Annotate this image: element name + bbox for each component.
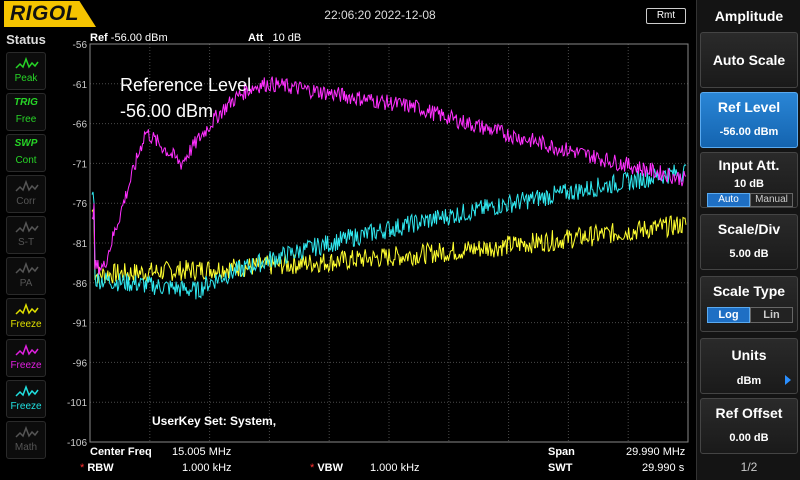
- top-bar: RIGOL 22:06:20 2022-12-08 Rmt: [0, 0, 696, 30]
- vbw-value: 1.000 kHz: [370, 462, 420, 474]
- vbw: * VBW: [310, 462, 344, 474]
- status-item-label: Corr: [16, 196, 36, 207]
- units-value: dBm: [736, 375, 762, 387]
- att-mode-toggle[interactable]: Auto Manual: [707, 193, 793, 207]
- corr-icon: [15, 179, 39, 192]
- span-label: Span: [548, 446, 575, 458]
- status-trace2-button[interactable]: Freeze: [6, 339, 46, 377]
- y-tick-label: -81: [73, 239, 88, 250]
- ref-offset-value: 0.00 dB: [729, 432, 769, 444]
- trace2-icon: [15, 343, 39, 356]
- scale-type-button[interactable]: Scale Type Log Lin: [700, 276, 798, 332]
- status-source-tracking-button[interactable]: S-T: [6, 216, 46, 254]
- trace1-icon: [15, 302, 39, 315]
- trace3-icon: [15, 384, 39, 397]
- y-tick-label: -56: [73, 40, 88, 51]
- menu-title: Amplitude: [714, 8, 784, 24]
- input-att-button[interactable]: Input Att. 10 dB Auto Manual: [700, 152, 798, 208]
- status-trace3-button[interactable]: Freeze: [6, 380, 46, 418]
- y-tick-label: -66: [73, 120, 88, 131]
- ref-level-value: -56.00 dBm: [719, 126, 779, 138]
- scale-lin-option[interactable]: Lin: [750, 307, 793, 323]
- scale-type-toggle[interactable]: Log Lin: [707, 307, 793, 323]
- ref-level-button[interactable]: Ref Level -56.00 dBm: [700, 92, 798, 148]
- spectrum-display: -56 -61 -66 -71 -76 -81 -86 -91 -96 -101 -106 Ref …: [52, 30, 696, 480]
- userkey-set-text: UserKey Set: System,: [152, 414, 277, 428]
- att-label: Att 10 dB: [248, 32, 302, 44]
- y-tick-label: -71: [73, 159, 88, 170]
- status-item-label: Free: [15, 114, 37, 125]
- input-att-value: 10 dB: [734, 178, 764, 190]
- att-auto-option[interactable]: Auto: [707, 193, 750, 207]
- source-tracking-icon: [15, 220, 39, 233]
- ref-label: Ref -56.00 dBm: [90, 32, 168, 44]
- status-sweep-button[interactable]: SWP Cont: [6, 134, 46, 172]
- auto-scale-button[interactable]: Auto Scale: [700, 32, 798, 88]
- status-trig-button[interactable]: TRIG Free: [6, 93, 46, 131]
- submenu-arrow-icon: [785, 375, 791, 385]
- status-item-top: SWP: [14, 138, 38, 149]
- y-tick-label: -106: [67, 438, 87, 449]
- preamp-icon: [15, 261, 39, 274]
- status-trace1-button[interactable]: Freeze: [6, 298, 46, 336]
- y-tick-label: -96: [73, 358, 88, 369]
- rbw-value: 1.000 kHz: [182, 462, 232, 474]
- rbw: * RBW: [80, 462, 114, 474]
- status-math-button[interactable]: Math: [6, 421, 46, 459]
- center-freq: Center Freq: [90, 446, 152, 458]
- status-peak-button[interactable]: Peak: [6, 52, 46, 90]
- status-item-label: S-T: [17, 237, 35, 248]
- status-corr-button[interactable]: Corr: [6, 175, 46, 213]
- status-title: Status: [6, 32, 46, 47]
- status-item-label: Freeze: [10, 360, 42, 371]
- datetime: 22:06:20 2022-12-08: [324, 8, 436, 22]
- ref-offset-button[interactable]: Ref Offset 0.00 dB: [700, 398, 798, 454]
- y-tick-label: -61: [73, 80, 88, 91]
- swt-label: SWT: [548, 462, 573, 474]
- status-item-label: Freeze: [10, 401, 42, 412]
- menu-page-indicator[interactable]: 1/2: [697, 460, 800, 474]
- status-item-label: Math: [14, 442, 38, 453]
- math-icon: [15, 425, 39, 438]
- status-panel: Status Peak TRIG Free SWP Cont Corr S-T PA Freez…: [0, 30, 52, 480]
- scale-div-button[interactable]: Scale/Div 5.00 dB: [700, 214, 798, 270]
- att-manual-option[interactable]: Manual: [750, 193, 793, 207]
- span-value: 29.990 MHz: [626, 446, 686, 458]
- status-preamp-button[interactable]: PA: [6, 257, 46, 295]
- y-tick-label: -76: [73, 199, 88, 210]
- amplitude-menu: Amplitude Auto Scale Ref Level -56.00 dB…: [696, 0, 800, 480]
- status-item-label: Cont: [15, 155, 37, 166]
- y-tick-label: -101: [67, 398, 87, 409]
- scale-div-value: 5.00 dB: [729, 248, 769, 260]
- status-item-label: Freeze: [10, 319, 42, 330]
- swt-value: 29.990 s: [642, 462, 685, 474]
- remote-badge: Rmt: [646, 8, 686, 24]
- reference-level-note: Reference Level -56.00 dBm: [120, 75, 252, 121]
- y-tick-label: -91: [73, 319, 88, 330]
- status-item-label: PA: [19, 278, 33, 289]
- peak-icon: [15, 56, 39, 69]
- status-item-label: Peak: [14, 73, 38, 84]
- units-button[interactable]: Units dBm: [700, 338, 798, 394]
- status-item-top: TRIG: [14, 97, 38, 108]
- center-freq-value: 15.005 MHz: [172, 446, 232, 458]
- scale-log-option[interactable]: Log: [707, 307, 750, 323]
- y-tick-label: -86: [73, 279, 88, 290]
- rigol-logo: RIGOL: [4, 1, 96, 27]
